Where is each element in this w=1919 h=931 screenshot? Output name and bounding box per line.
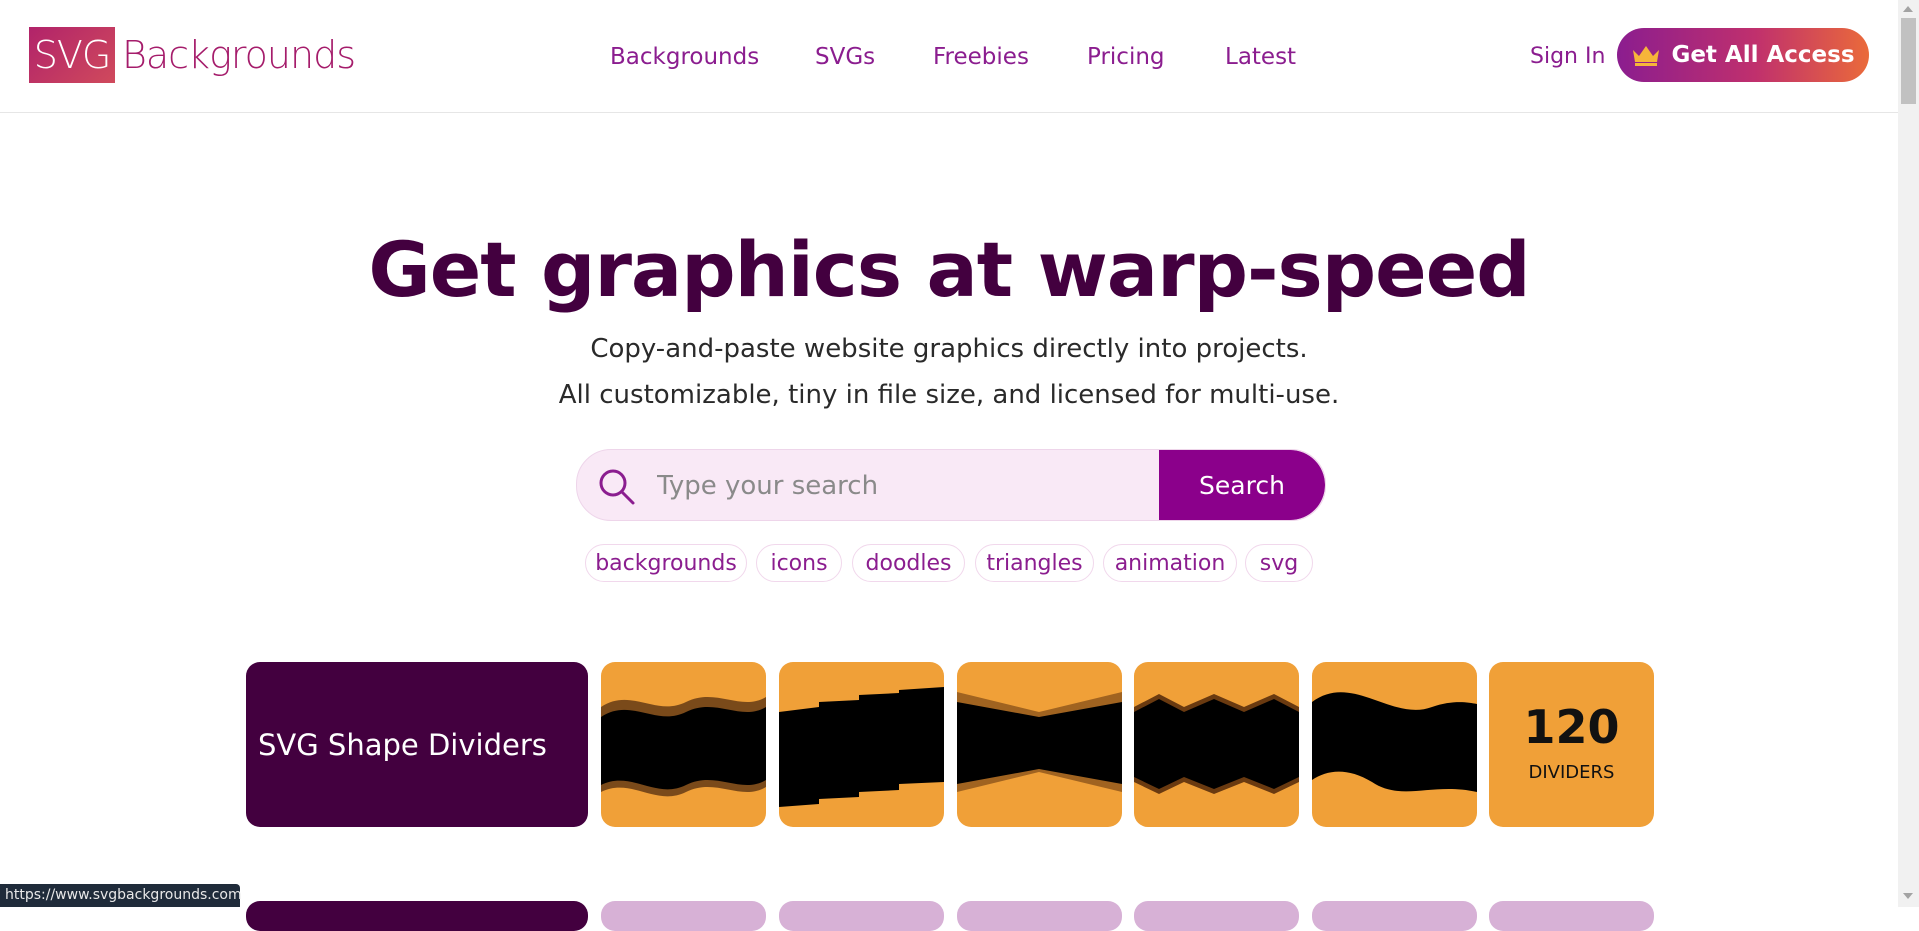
nav-freebies[interactable]: Freebies xyxy=(933,40,1029,74)
tag-doodles[interactable]: doodles xyxy=(852,544,965,582)
next-collection-thumbnail[interactable] xyxy=(1134,901,1299,931)
collection-count-card[interactable]: 120 DIVIDERS xyxy=(1489,662,1654,827)
tag-animation[interactable]: animation xyxy=(1103,544,1237,582)
next-collection-card[interactable] xyxy=(246,901,588,931)
site-logo[interactable]: SVG Backgrounds xyxy=(29,27,356,83)
hero-title: Get graphics at warp-speed xyxy=(368,225,1530,314)
search-icon xyxy=(597,467,637,511)
search-button[interactable]: Search xyxy=(1159,450,1325,520)
sign-in-link[interactable]: Sign In xyxy=(1530,40,1605,74)
status-bar-url: https://www.svgbackgrounds.com xyxy=(0,884,242,907)
tag-triangles[interactable]: triangles xyxy=(975,544,1094,582)
divider-thumbnail[interactable] xyxy=(1312,662,1477,827)
scroll-down-icon[interactable] xyxy=(1903,893,1913,899)
next-collection-thumbnail[interactable] xyxy=(779,901,944,931)
divider-thumbnail[interactable] xyxy=(957,662,1122,827)
search-bar: Search xyxy=(576,449,1326,521)
tag-backgrounds[interactable]: backgrounds xyxy=(585,544,747,582)
collection-count: 120 xyxy=(1523,700,1620,754)
collection-title-card[interactable]: SVG Shape Dividers xyxy=(246,662,588,827)
tag-icons[interactable]: icons xyxy=(756,544,842,582)
get-all-access-button[interactable]: Get All Access xyxy=(1617,28,1869,82)
next-collection-thumbnail[interactable] xyxy=(957,901,1122,931)
scroll-thumb[interactable] xyxy=(1901,18,1916,104)
nav-latest[interactable]: Latest xyxy=(1225,40,1296,74)
cta-label: Get All Access xyxy=(1671,42,1855,68)
logo-mark: SVG xyxy=(29,27,115,83)
nav-pricing[interactable]: Pricing xyxy=(1087,40,1165,74)
divider-thumbnail[interactable] xyxy=(1134,662,1299,827)
scroll-up-icon[interactable] xyxy=(1903,6,1913,12)
hero-subtitle-line1: Copy-and-paste website graphics directly… xyxy=(590,334,1308,364)
tag-svg[interactable]: svg xyxy=(1245,544,1313,582)
next-collection-thumbnail[interactable] xyxy=(1312,901,1477,931)
hero-subtitle-line2: All customizable, tiny in file size, and… xyxy=(558,380,1340,410)
next-collection-thumbnail[interactable] xyxy=(1489,901,1654,931)
logo-text: Backgrounds xyxy=(122,33,356,77)
divider-thumbnail[interactable] xyxy=(779,662,944,827)
site-header: SVG Backgrounds Backgrounds SVGs Freebie… xyxy=(0,0,1898,113)
collection-count-label: DIVIDERS xyxy=(1528,762,1615,783)
divider-thumbnail[interactable] xyxy=(601,662,766,827)
page-scrollbar[interactable] xyxy=(1898,0,1919,907)
nav-svgs[interactable]: SVGs xyxy=(815,40,875,74)
nav-backgrounds[interactable]: Backgrounds xyxy=(610,40,759,74)
crown-icon xyxy=(1631,44,1661,66)
next-collection-thumbnail[interactable] xyxy=(601,901,766,931)
search-input[interactable] xyxy=(655,460,1129,512)
